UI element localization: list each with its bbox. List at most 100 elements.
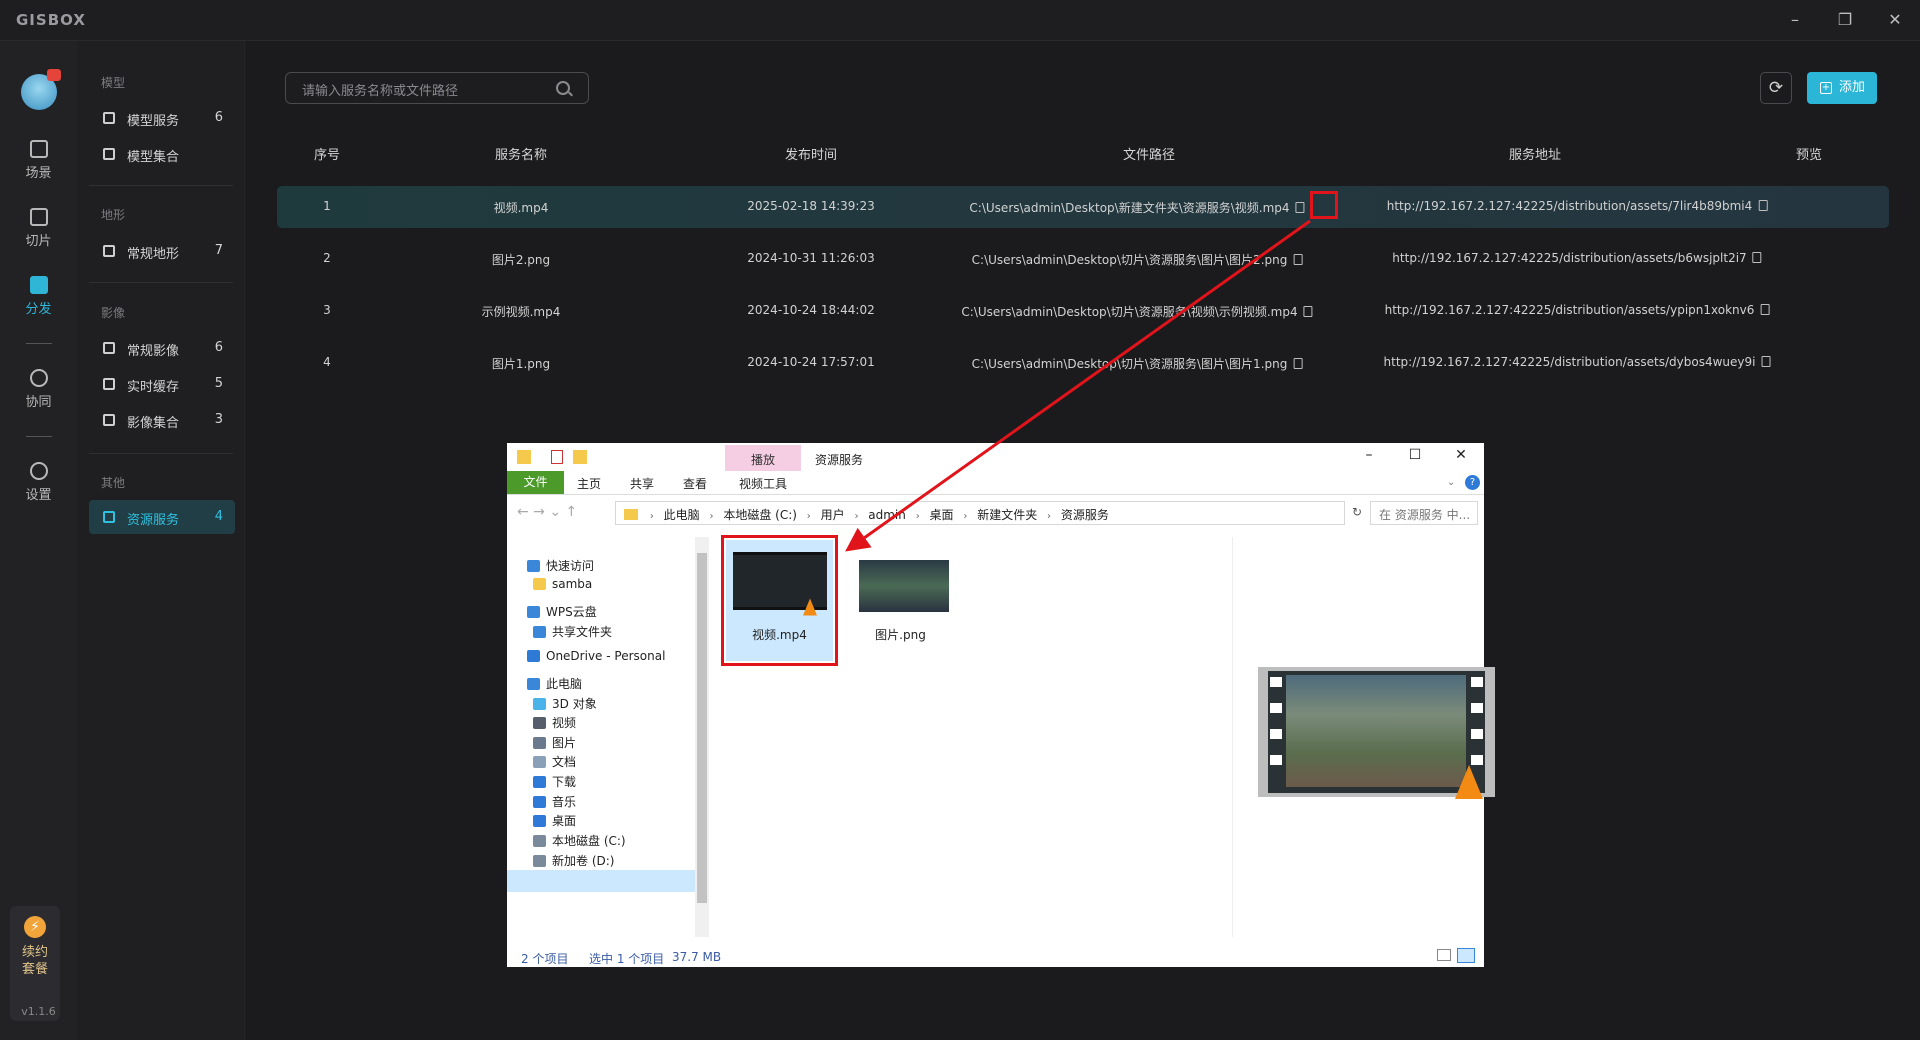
window-title: 资源服务 [815,453,864,467]
cell-time: 2024-10-31 11:26:03 [747,251,875,265]
rail-item-collab[interactable]: 协同 [0,369,77,419]
tree-scrollbar[interactable] [695,537,709,937]
tab-view[interactable]: 查看 [683,475,707,492]
maximize-icon[interactable]: ☐ [1403,447,1427,467]
breadcrumb-item[interactable]: 资源服务 [1061,508,1109,522]
back-forward-icons[interactable]: ← → ⌄ ↑ [517,504,577,520]
breadcrumb-item[interactable]: 此电脑 [664,508,700,522]
nav-divider [89,282,233,283]
copy-path-icon[interactable] [1303,306,1313,317]
tree-item-icon [527,678,540,690]
tab-home[interactable]: 主页 [577,475,601,492]
breadcrumb-item[interactable]: 桌面 [930,508,954,522]
notification-icon[interactable] [47,69,61,81]
table-row[interactable]: 3 示例视频.mp4 2024-10-24 18:44:02 C:\Users\… [277,290,1889,332]
tree-item[interactable]: samba [533,577,592,591]
tree-item[interactable]: 共享文件夹 [533,623,612,640]
table-row[interactable]: 2 图片2.png 2024-10-31 11:26:03 C:\Users\a… [277,238,1889,280]
nav-item-model-collection[interactable]: 模型集合 [89,137,235,171]
copy-url-icon[interactable] [1752,252,1762,263]
tab-file[interactable]: 文件 [507,471,564,494]
vlc-cone-icon [1455,765,1483,799]
address-path[interactable]: › 此电脑 › 本地磁盘 (C:) › 用户 › admin › 桌面 › 新建… [615,501,1345,525]
breadcrumb-item[interactable]: 用户 [821,508,845,522]
thumbnail-view-icon[interactable] [1457,948,1475,963]
refresh-button[interactable]: ⟳ [1760,72,1792,104]
cell-url: http://192.167.2.127:42225/distribution/… [1384,355,1771,369]
rail-item-distribute[interactable]: 分发 [0,276,77,326]
tree-item[interactable]: 3D 对象 [533,695,597,712]
nav-item-terrain[interactable]: 常规地形 7 [89,234,235,268]
new-folder-icon[interactable] [573,450,587,464]
rail-item-tile[interactable]: 切片 [0,208,77,258]
copy-path-icon[interactable] [1293,254,1303,265]
nav-item-model-service[interactable]: 模型服务 6 [89,101,235,135]
version-label: v1.1.6 [21,1005,56,1018]
tree-item[interactable]: OneDrive - Personal [527,649,665,663]
model-icon [103,112,115,124]
tree-item[interactable]: 视频 [533,714,576,731]
tree-item[interactable]: 本地磁盘 (C:) [533,832,626,849]
copy-path-icon[interactable] [1293,358,1303,369]
breadcrumb-item[interactable]: 新建文件夹 [977,508,1037,522]
file-explorer-window: 播放 资源服务 – ☐ ✕ 文件 主页 共享 查看 视频工具 ⌄ ? ← → ⌄… [507,443,1495,967]
restore-icon[interactable]: ❐ [1830,8,1860,32]
rail-item-settings[interactable]: 设置 [0,462,77,512]
rail-label: 切片 [25,234,52,249]
cell-name: 视频.mp4 [493,201,549,215]
minimize-icon[interactable]: – [1780,8,1810,32]
rail-label: 分发 [25,302,52,317]
cell-time: 2024-10-24 17:57:01 [747,355,875,369]
search-input[interactable]: 请输入服务名称或文件路径 [285,72,589,104]
nav-item-count: 3 [214,412,223,427]
add-button[interactable]: + 添加 [1807,72,1877,104]
details-view-icon[interactable] [1437,949,1451,961]
column-header: 序号 [313,148,341,163]
tab-share[interactable]: 共享 [630,475,654,492]
tree-item[interactable]: 下载 [533,773,576,790]
tree-item[interactable]: 此电脑 [527,675,582,692]
tree-item[interactable]: 图片 [533,734,576,751]
tab-play[interactable]: 播放 [725,445,801,472]
tree-item[interactable]: WPS云盘 [527,603,597,620]
search-icon[interactable] [556,81,570,95]
copy-url-icon[interactable] [1760,304,1770,315]
nav-item-realtime-cache[interactable]: 实时缓存 5 [89,367,235,401]
table-row[interactable]: 1 视频.mp4 2025-02-18 14:39:23 C:\Users\ad… [277,186,1889,228]
properties-icon[interactable] [551,450,563,464]
scrollbar-thumb[interactable] [697,553,707,903]
nav-item-resource-service[interactable]: 资源服务 4 [89,500,235,534]
table-row[interactable]: 4 图片1.png 2024-10-24 17:57:01 C:\Users\a… [277,342,1889,384]
tree-item[interactable]: 音乐 [533,793,576,810]
help-icon[interactable]: ? [1465,475,1480,490]
refresh-icon[interactable]: ↻ [1352,505,1362,519]
nav-item-imagery[interactable]: 常规影像 6 [89,331,235,365]
ribbon-expand-icon[interactable]: ⌄ [1447,477,1455,488]
minimize-icon[interactable]: – [1357,447,1381,467]
tree-item-icon [533,756,546,768]
copy-url-icon[interactable] [1761,356,1771,367]
highlight-box [721,535,838,666]
chevron-right-icon: › [963,511,968,522]
close-icon[interactable]: ✕ [1449,447,1473,467]
breadcrumb-item[interactable]: admin [868,508,906,522]
file-item-image[interactable]: 图片.png [847,540,954,661]
explorer-search-input[interactable]: 在 资源服务 中... [1370,501,1478,525]
tree-item[interactable]: 桌面 [533,812,576,829]
folder-icon [517,450,531,464]
column-header: 文件路径 [1122,148,1176,163]
tree-item[interactable]: 新加卷 (D:) [533,852,614,869]
rail-label: 设置 [25,488,52,503]
breadcrumb-item[interactable]: 本地磁盘 (C:) [723,508,797,522]
tree-item[interactable]: 快速访问 [527,557,594,574]
folder-icon [624,509,638,520]
renew-plan-button[interactable]: ⚡ 续约 套餐 [10,906,60,1021]
copy-path-icon[interactable] [1295,202,1305,213]
tab-video-tools[interactable]: 视频工具 [739,475,787,492]
nav-item-imagery-collection[interactable]: 影像集合 3 [89,403,235,437]
rail-item-scene[interactable]: 场景 [0,140,77,190]
close-icon[interactable]: ✕ [1880,8,1910,32]
copy-url-icon[interactable] [1758,200,1768,211]
tree-item-label: samba [552,577,593,591]
tree-item[interactable]: 文档 [533,753,576,770]
